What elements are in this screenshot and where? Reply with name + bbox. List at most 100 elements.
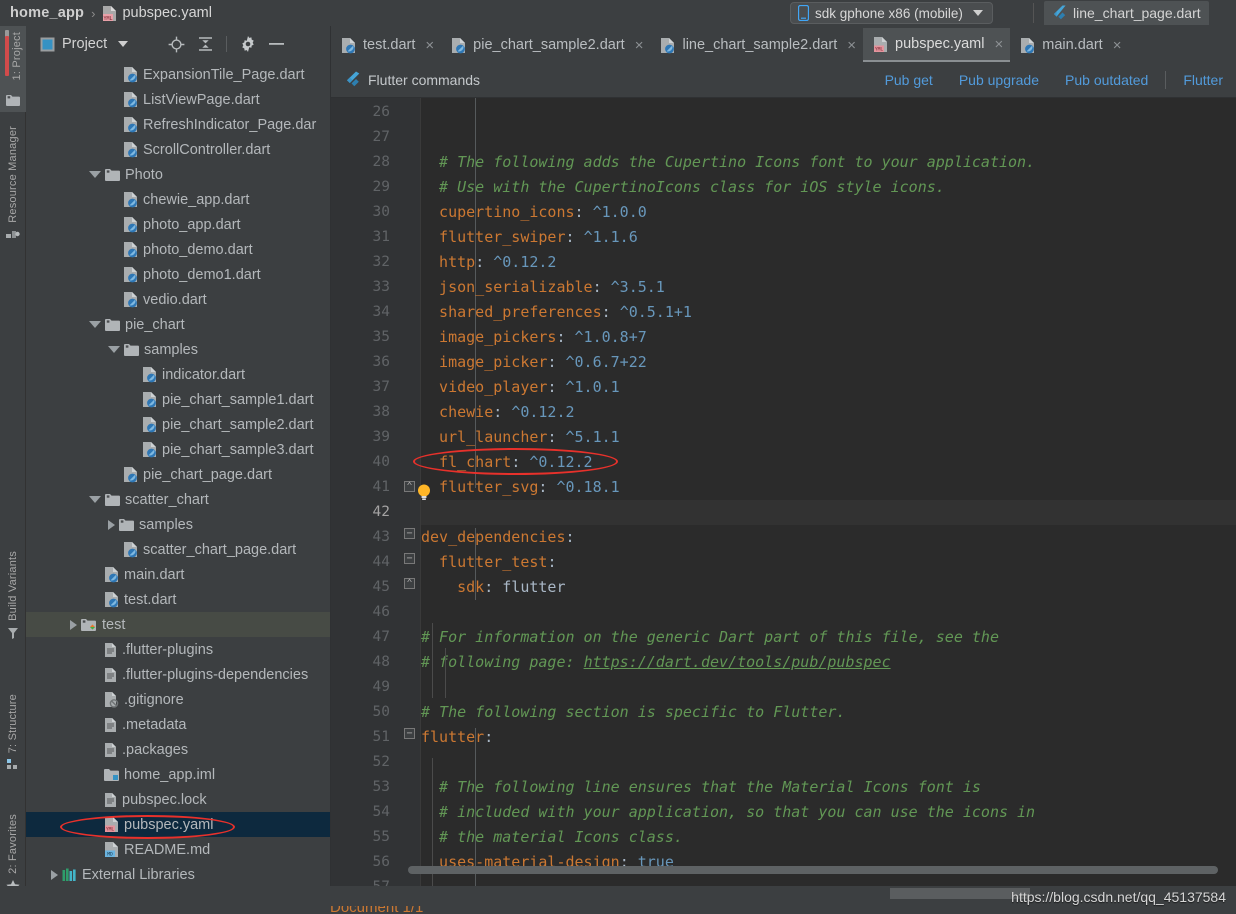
tree-row-samples[interactable]: samples (26, 337, 331, 362)
code-line-32[interactable]: http: ^0.12.2 (421, 250, 556, 275)
code-line-53[interactable]: # The following line ensures that the Ma… (421, 775, 981, 800)
tree-row-home-app-iml[interactable]: home_app.iml (26, 762, 331, 787)
tree-row-readme-md[interactable]: MD README.md (26, 837, 331, 862)
command-link-pub-get[interactable]: Pub get (872, 72, 946, 88)
tree-row-test-dart[interactable]: test.dart (26, 587, 331, 612)
code-line-44[interactable]: flutter_test: (421, 550, 556, 575)
chevron-down-icon[interactable] (89, 321, 101, 328)
fold-marker-sdk-end[interactable]: ⌃ (404, 578, 415, 589)
tree-row-indicator-dart[interactable]: indicator.dart (26, 362, 331, 387)
tree-row-expansiontile-page-dart[interactable]: ExpansionTile_Page.dart (26, 62, 331, 87)
close-icon[interactable]: × (844, 37, 856, 54)
tree-row-scrollcontroller-dart[interactable]: ScrollController.dart (26, 137, 331, 162)
code-line-37[interactable]: video_player: ^1.0.1 (421, 375, 620, 400)
close-icon[interactable]: × (422, 37, 434, 54)
editor-tab-line-chart-sample2-dart[interactable]: line_chart_sample2.dart × (650, 28, 863, 62)
sidebar-item-project[interactable]: 1: Project (0, 26, 26, 112)
editor-tab-pie-chart-sample2-dart[interactable]: pie_chart_sample2.dart × (441, 28, 650, 62)
tree-row-pie-chart-sample3-dart[interactable]: pie_chart_sample3.dart (26, 437, 331, 462)
command-link-pub-outdated[interactable]: Pub outdated (1052, 72, 1161, 88)
chevron-down-icon[interactable] (118, 41, 129, 47)
tree-row-packages[interactable]: .packages (26, 737, 331, 762)
editor-horizontal-scrollbar[interactable] (408, 866, 1218, 874)
code-line-30[interactable]: cupertino_icons: ^1.0.0 (421, 200, 647, 225)
chevron-down-icon[interactable] (89, 496, 101, 503)
tree-row-pubspec-yaml[interactable]: YML pubspec.yaml (26, 812, 331, 837)
tree-row-chewie-app-dart[interactable]: chewie_app.dart (26, 187, 331, 212)
code-line-50[interactable]: # The following section is specific to F… (421, 700, 845, 725)
quick-fix-lightbulb-icon[interactable] (416, 483, 432, 501)
tree-row-pie-chart[interactable]: pie_chart (26, 312, 331, 337)
chevron-down-icon[interactable] (89, 171, 101, 178)
right-editor-tab[interactable]: line_chart_page.dart (1044, 1, 1209, 25)
editor-tab-pubspec-yaml[interactable]: YML pubspec.yaml × (863, 28, 1011, 62)
tree-row-pie-chart-sample1-dart[interactable]: pie_chart_sample1.dart (26, 387, 331, 412)
chevron-right-icon[interactable] (70, 619, 77, 630)
chevron-right-icon[interactable] (108, 519, 115, 530)
code-line-33[interactable]: json_serializable: ^3.5.1 (421, 275, 665, 300)
sidebar-item-build-variants[interactable]: Build Variants (0, 551, 26, 679)
code-line-55[interactable]: # the material Icons class. (421, 825, 683, 850)
breadcrumb-root[interactable]: home_app (10, 5, 84, 21)
tree-row-vedio-dart[interactable]: vedio.dart (26, 287, 331, 312)
code-line-47[interactable]: # For information on the generic Dart pa… (421, 625, 999, 650)
project-tree[interactable]: ExpansionTile_Page.dart ListViewPage.dart… (26, 62, 331, 914)
tree-row-pie-chart-sample2-dart[interactable]: pie_chart_sample2.dart (26, 412, 331, 437)
close-icon[interactable]: × (991, 36, 1003, 53)
device-selector[interactable]: sdk gphone x86 (mobile) (790, 2, 993, 24)
tree-row-refreshindicator-page-dar[interactable]: RefreshIndicator_Page.dar (26, 112, 331, 137)
code-line-43[interactable]: dev_dependencies: (421, 525, 575, 550)
code-line-34[interactable]: shared_preferences: ^0.5.1+1 (421, 300, 692, 325)
chevron-down-icon[interactable] (108, 346, 120, 353)
editor-tab-bar[interactable]: test.dart × pie_chart_sample2.dart × line_ch… (331, 26, 1236, 62)
close-icon[interactable]: × (1110, 37, 1122, 54)
fold-marker-flutter[interactable]: − (404, 728, 415, 739)
code-line-35[interactable]: image_pickers: ^1.0.8+7 (421, 325, 647, 350)
tree-row-flutter-plugins-dependencies[interactable]: .flutter-plugins-dependencies (26, 662, 331, 687)
code-line-29[interactable]: # Use with the CupertinoIcons class for … (421, 175, 945, 200)
tree-row-scatter-chart-page-dart[interactable]: scatter_chart_page.dart (26, 537, 331, 562)
tree-row-gitignore[interactable]: .gitignore (26, 687, 331, 712)
command-link-pub-upgrade[interactable]: Pub upgrade (946, 72, 1052, 88)
tree-row-pie-chart-page-dart[interactable]: pie_chart_page.dart (26, 462, 331, 487)
code-line-54[interactable]: # included with your application, so tha… (421, 800, 1035, 825)
sidebar-item-resource-manager[interactable]: Resource Manager (0, 126, 26, 286)
fold-marker-flutter-test[interactable]: − (404, 553, 415, 564)
tree-row-pubspec-lock[interactable]: pubspec.lock (26, 787, 331, 812)
code-line-28[interactable]: # The following adds the Cupertino Icons… (421, 150, 1035, 175)
code-line-41[interactable]: flutter_svg: ^0.18.1 (421, 475, 620, 500)
tree-row-samples[interactable]: samples (26, 512, 331, 537)
code-line-48[interactable]: # following page: https://dart.dev/tools… (421, 650, 891, 675)
code-line-51[interactable]: flutter: (421, 725, 493, 750)
chevron-right-icon[interactable] (51, 869, 58, 880)
command-link-flutter[interactable]: Flutter (1170, 72, 1236, 88)
tree-row-photo-app-dart[interactable]: photo_app.dart (26, 212, 331, 237)
close-icon[interactable]: × (632, 37, 644, 54)
code-line-31[interactable]: flutter_swiper: ^1.1.6 (421, 225, 638, 250)
tree-row-photo[interactable]: Photo (26, 162, 331, 187)
settings-gear-icon[interactable] (240, 36, 256, 52)
code-line-39[interactable]: url_launcher: ^5.1.1 (421, 425, 620, 450)
code-line-36[interactable]: image_picker: ^0.6.7+22 (421, 350, 647, 375)
fold-marker-dependencies-end[interactable]: ⌃ (404, 481, 415, 492)
tree-row-external-libraries[interactable]: External Libraries (26, 862, 331, 887)
code-line-40[interactable]: fl_chart: ^0.12.2 (421, 450, 593, 475)
tree-row-photo-demo-dart[interactable]: photo_demo.dart (26, 237, 331, 262)
code-editor[interactable]: 26 27 28 29 30 31 32 33 34 35 36 37 38 39 40 41 42 43 44 45… (331, 98, 1236, 886)
code-line-38[interactable]: chewie: ^0.12.2 (421, 400, 574, 425)
tree-row-listviewpage-dart[interactable]: ListViewPage.dart (26, 87, 331, 112)
fold-marker-dev-dependencies[interactable]: − (404, 528, 415, 539)
tree-row-photo-demo1-dart[interactable]: photo_demo1.dart (26, 262, 331, 287)
tree-row-main-dart[interactable]: main.dart (26, 562, 331, 587)
sidebar-item-structure[interactable]: 7: Structure (0, 694, 26, 802)
code-line-45[interactable]: sdk: flutter (421, 575, 565, 600)
breadcrumb-leaf[interactable]: pubspec.yaml (122, 5, 211, 21)
flutter-commands-links[interactable]: Pub get Pub upgrade Pub outdated Flutter (872, 70, 1236, 89)
editor-line-number-gutter[interactable]: 26 27 28 29 30 31 32 33 34 35 36 37 38 39 40 41 42 43 44 45… (331, 98, 400, 886)
editor-code-area[interactable]: # The following adds the Cupertino Icons… (421, 98, 1236, 886)
tree-row-scatter-chart[interactable]: scatter_chart (26, 487, 331, 512)
tree-row-flutter-plugins[interactable]: .flutter-plugins (26, 637, 331, 662)
tree-row-metadata[interactable]: .metadata (26, 712, 331, 737)
minimize-icon[interactable] (269, 42, 285, 46)
editor-tab-test-dart[interactable]: test.dart × (331, 28, 441, 62)
